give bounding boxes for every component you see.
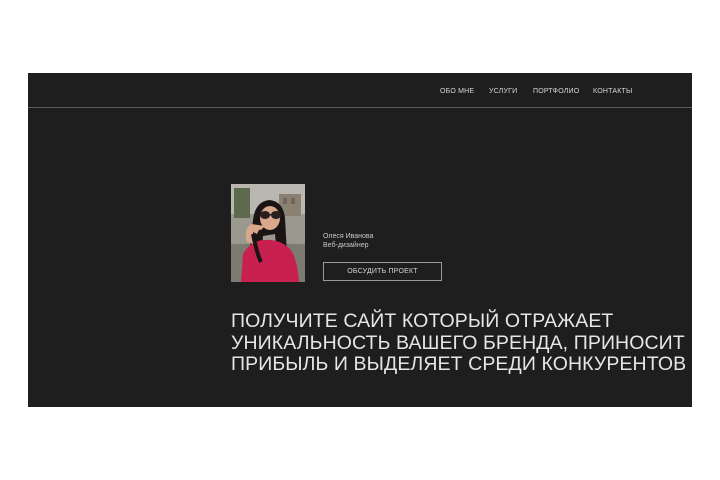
hero-frame: ОБО МНЕ УСЛУГИ ПОРТФОЛИО КОНТАКТЫ Олеся …	[28, 73, 692, 407]
hero-headline: ПОЛУЧИТЕ САЙТ КОТОРЫЙ ОТРАЖАЕТ УНИКАЛЬНО…	[231, 310, 687, 376]
discuss-project-button[interactable]: ОБСУДИТЬ ПРОЕКТ	[323, 262, 442, 281]
nav-item-portfolio[interactable]: ПОРТФОЛИО	[533, 88, 579, 95]
profile-name: Олеся Иванова	[323, 233, 374, 240]
top-nav: ОБО МНЕ УСЛУГИ ПОРТФОЛИО КОНТАКТЫ	[28, 73, 692, 108]
profile-photo	[231, 184, 305, 282]
headline-line: УНИКАЛЬНОСТЬ ВАШЕГО БРЕНДА, ПРИНОСИТ	[231, 331, 685, 354]
nav-item-services[interactable]: УСЛУГИ	[489, 88, 517, 95]
nav-item-contacts[interactable]: КОНТАКТЫ	[593, 88, 632, 95]
headline-line: ПОЛУЧИТЕ САЙТ КОТОРЫЙ ОТРАЖАЕТ	[231, 310, 614, 332]
portrait-photo-icon	[231, 184, 305, 282]
nav-item-about[interactable]: ОБО МНЕ	[440, 88, 474, 95]
profile-role: Веб-дизайнер	[323, 242, 369, 249]
headline-line: ПРИБЫЛЬ И ВЫДЕЛЯЕТ СРЕДИ КОНКУРЕНТОВ	[231, 353, 687, 375]
